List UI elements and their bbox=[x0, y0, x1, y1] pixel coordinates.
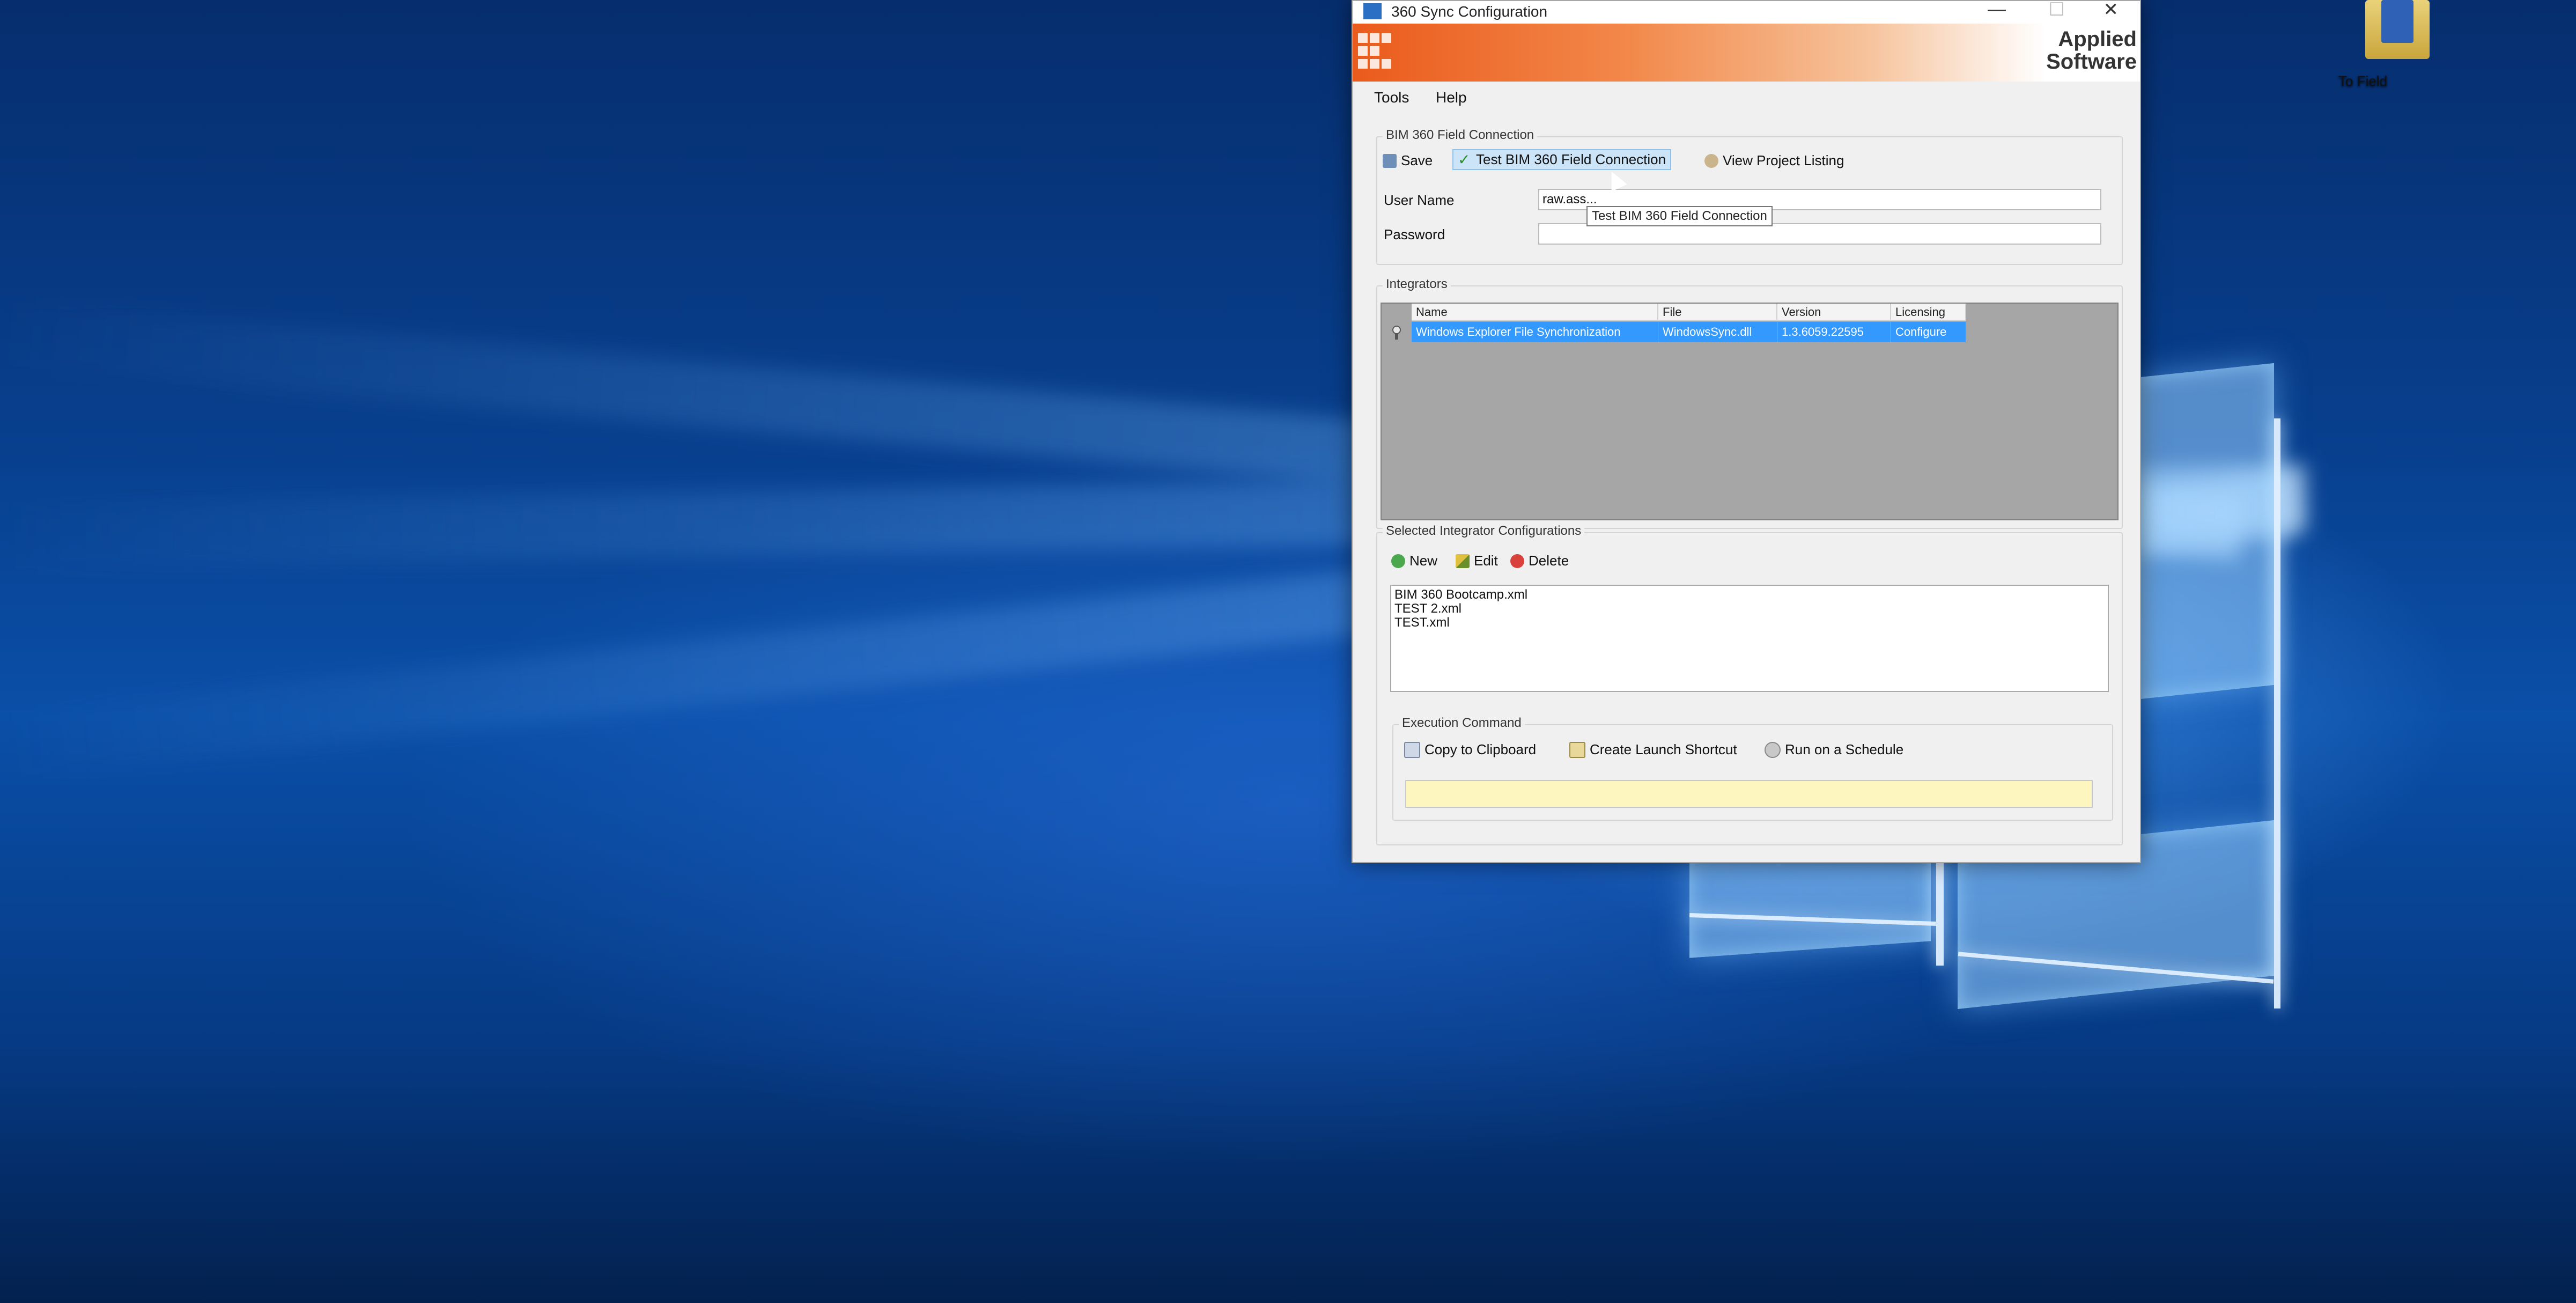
menu-tools[interactable]: Tools bbox=[1374, 89, 1409, 106]
view-project-listing-button[interactable]: View Project Listing bbox=[1704, 152, 1844, 169]
copy-label: Copy to Clipboard bbox=[1424, 741, 1537, 757]
password-field[interactable] bbox=[1538, 223, 2101, 245]
brand-line1: Applied bbox=[2058, 27, 2137, 51]
tooltip: Test BIM 360 Field Connection bbox=[1586, 206, 1773, 226]
run-schedule-button[interactable]: Run on a Schedule bbox=[1765, 741, 1903, 758]
delete-button[interactable]: Delete bbox=[1510, 553, 1569, 569]
title-bar[interactable]: 360 Sync Configuration — ☐ ✕ bbox=[1353, 0, 2140, 24]
user-icon bbox=[1704, 153, 1718, 168]
desktop-icon-to-field[interactable]: To Field bbox=[2338, 0, 2456, 89]
execution-group: Execution Command Copy to Clipboard Crea… bbox=[1392, 716, 2113, 821]
maximize-button[interactable]: ☐ bbox=[2049, 0, 2065, 20]
integrators-list[interactable]: Name File Version Licensing Windows Expl… bbox=[1381, 303, 2119, 520]
cell-name: Windows Explorer File Synchronization bbox=[1412, 322, 1658, 342]
mouse-cursor-icon bbox=[1604, 167, 1627, 192]
save-icon bbox=[1383, 153, 1397, 168]
grid-logo-icon bbox=[1358, 33, 1391, 71]
view-project-label: View Project Listing bbox=[1723, 152, 1844, 168]
column-licensing[interactable]: Licensing bbox=[1891, 304, 1966, 321]
save-label: Save bbox=[1401, 152, 1433, 168]
create-shortcut-button[interactable]: Create Launch Shortcut bbox=[1569, 741, 1737, 758]
plugin-icon bbox=[1389, 325, 1404, 340]
edit-label: Edit bbox=[1474, 553, 1498, 569]
integrators-legend: Integrators bbox=[1383, 277, 1451, 292]
pencil-icon bbox=[1456, 554, 1470, 568]
minimize-button[interactable]: — bbox=[1988, 0, 2006, 20]
windows-logo-edge bbox=[1936, 858, 1944, 966]
command-field[interactable] bbox=[1405, 780, 2093, 808]
brand-line2: Software bbox=[2046, 50, 2137, 73]
brand-logo: Applied Software bbox=[2046, 28, 2137, 73]
schedule-label: Run on a Schedule bbox=[1785, 741, 1904, 757]
shortcut-icon bbox=[1569, 741, 1585, 758]
selected-configs-legend: Selected Integrator Configurations bbox=[1383, 524, 1585, 539]
password-label: Password bbox=[1384, 226, 1445, 242]
add-icon bbox=[1391, 554, 1405, 568]
sync-configuration-window: 360 Sync Configuration — ☐ ✕ Applied Sof… bbox=[1352, 0, 2141, 863]
connection-group: BIM 360 Field Connection Save ✓ Test BIM… bbox=[1376, 128, 2123, 265]
windows-logo-edge bbox=[2274, 418, 2280, 1008]
copy-clipboard-button[interactable]: Copy to Clipboard bbox=[1404, 741, 1536, 758]
menu-bar: Tools Help bbox=[1353, 82, 2140, 114]
execution-legend: Execution Command bbox=[1399, 716, 1525, 731]
list-item[interactable]: BIM 360 Bootcamp.xml bbox=[1394, 588, 2105, 602]
clipboard-icon bbox=[1404, 741, 1420, 758]
new-label: New bbox=[1409, 553, 1438, 569]
table-row[interactable]: Windows Explorer File Synchronization Wi… bbox=[1412, 322, 1966, 342]
integrators-group: Integrators Name File Version Licensing … bbox=[1376, 277, 2123, 529]
list-item[interactable]: TEST 2.xml bbox=[1394, 602, 2105, 616]
list-item[interactable]: TEST.xml bbox=[1394, 616, 2105, 630]
menu-help[interactable]: Help bbox=[1436, 89, 1467, 106]
app-icon bbox=[1363, 3, 1382, 19]
delete-icon bbox=[1510, 554, 1524, 568]
new-button[interactable]: New bbox=[1391, 553, 1437, 569]
save-button[interactable]: Save bbox=[1383, 152, 1433, 169]
cell-file: WindowsSync.dll bbox=[1658, 322, 1777, 342]
username-label: User Name bbox=[1384, 192, 1455, 208]
close-button[interactable]: ✕ bbox=[2103, 0, 2119, 20]
column-version[interactable]: Version bbox=[1777, 304, 1891, 321]
shortcut-label: Create Launch Shortcut bbox=[1590, 741, 1737, 757]
folder-app-icon bbox=[2365, 0, 2430, 59]
delete-label: Delete bbox=[1529, 553, 1569, 569]
config-list[interactable]: BIM 360 Bootcamp.xml TEST 2.xml TEST.xml bbox=[1390, 585, 2109, 692]
test-connection-button[interactable]: ✓ Test BIM 360 Field Connection bbox=[1452, 149, 1672, 170]
test-connection-label: Test BIM 360 Field Connection bbox=[1476, 151, 1666, 167]
windows-logo-pane bbox=[2140, 363, 2274, 700]
clock-icon bbox=[1765, 741, 1781, 758]
selected-configs-group: Selected Integrator Configurations New E… bbox=[1376, 524, 2123, 845]
checkmark-icon: ✓ bbox=[1458, 151, 1471, 168]
cell-licensing[interactable]: Configure bbox=[1891, 322, 1966, 342]
window-title: 360 Sync Configuration bbox=[1391, 3, 1548, 20]
cell-version: 1.3.6059.22595 bbox=[1777, 322, 1891, 342]
desktop-icon-label: To Field bbox=[2338, 73, 2388, 89]
integrators-header: Name File Version Licensing bbox=[1412, 304, 1966, 321]
column-name[interactable]: Name bbox=[1412, 304, 1658, 321]
connection-legend: BIM 360 Field Connection bbox=[1383, 128, 1538, 143]
desktop-wallpaper bbox=[0, 0, 2576, 1303]
column-file[interactable]: File bbox=[1658, 304, 1777, 321]
header-banner: Applied Software bbox=[1353, 24, 2140, 82]
edit-button[interactable]: Edit bbox=[1456, 553, 1498, 569]
